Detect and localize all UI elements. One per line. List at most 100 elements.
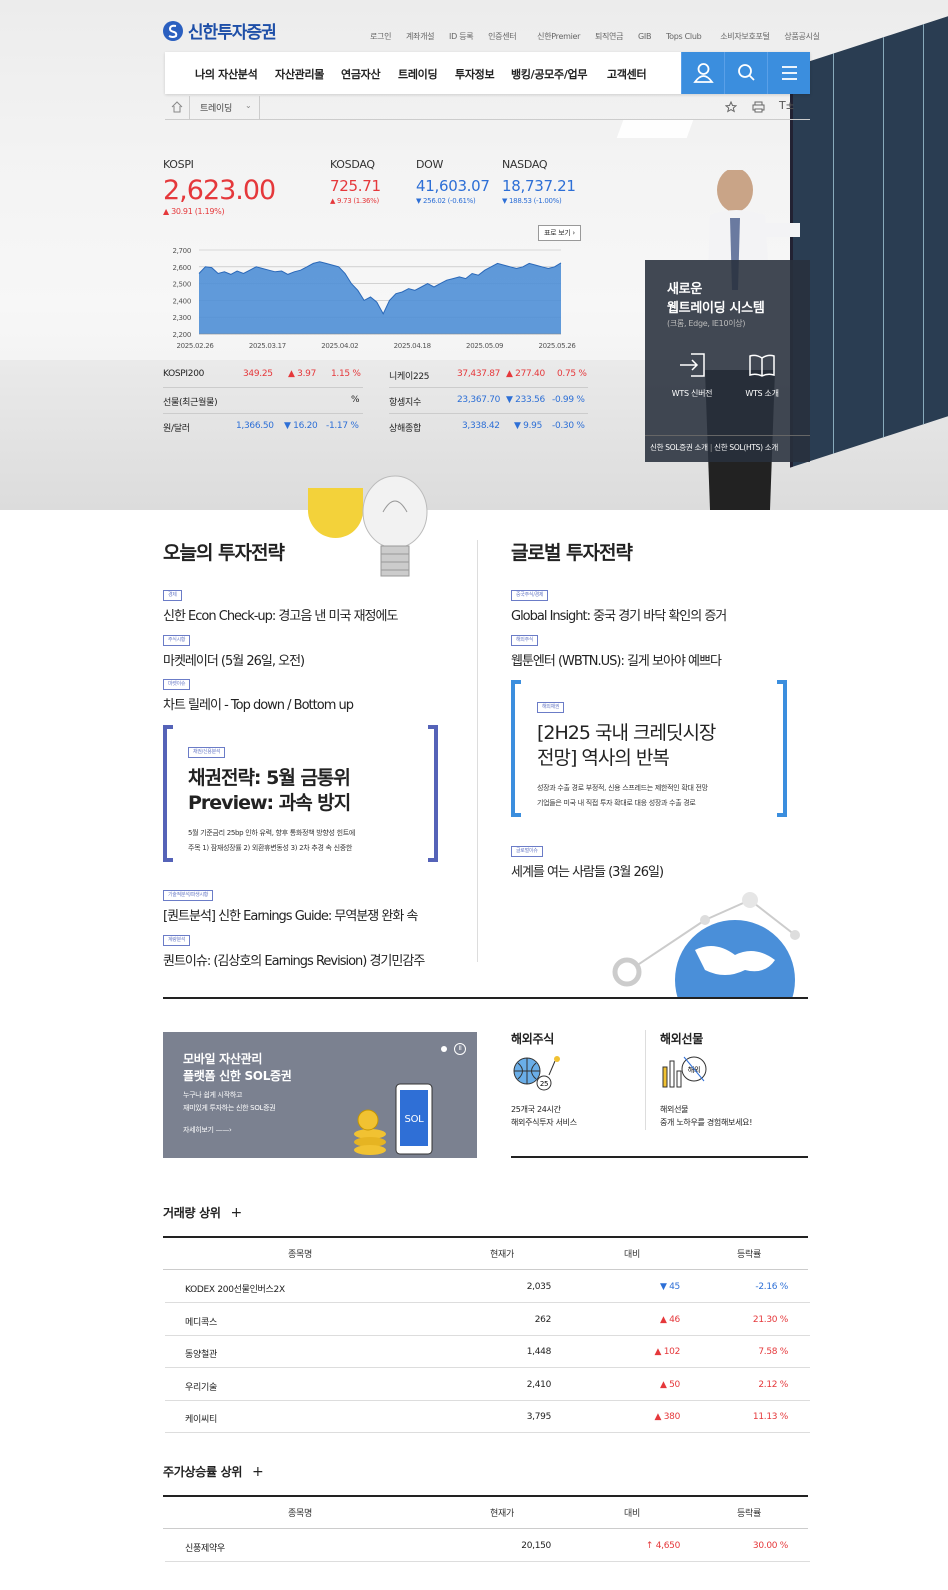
index-rate: -0.30 % xyxy=(552,421,585,431)
rise-top-heading[interactable]: 주가상승률 상위 + xyxy=(163,1463,264,1480)
gnb-invest-info[interactable]: 투자정보 xyxy=(455,66,495,82)
feature-title-line1: [2H25 국내 크레딧시장 xyxy=(537,722,716,744)
sol-hts-link[interactable]: 신한 SOL(HTS) 소개 xyxy=(714,443,778,452)
main-navigation: 나의 자산분석 자산관리몰 연금자산 트레이딩 투자정보 뱅킹/공모주/업무 고… xyxy=(165,52,810,94)
search-icon xyxy=(738,64,755,81)
wts-new-button[interactable]: WTS 신버전 xyxy=(667,352,717,399)
kospi-change: ▲ 30.91 (1.19%) xyxy=(163,207,225,216)
hamburger-icon xyxy=(782,66,797,80)
overseas-futures-title: 해외선물 xyxy=(660,1032,703,1046)
promo-desc-line1: 누구나 쉽게 시작하고 xyxy=(183,1091,243,1099)
index-change: ▼ 233.56 xyxy=(506,395,545,405)
overseas-futures-card[interactable]: 해외선물 해외 해외선물 중개 노하우를 경험해보세요! xyxy=(660,1030,805,1129)
today-article[interactable]: 마켓이슈 차트 릴레이 - Top down / Bottom up xyxy=(163,670,354,713)
table-view-button[interactable]: 표로 보기 › xyxy=(538,225,581,241)
today-article[interactable]: 경제 신한 Econ Check-up: 경고음 낸 미국 재정에도 xyxy=(163,581,398,624)
table-row[interactable]: 메디콕스 262 ▲ 46 21.30 % xyxy=(165,1304,810,1336)
kosdaq-block: KOSDAQ 725.71 ▲ 9.73 (1.36%) xyxy=(330,158,381,205)
star-icon[interactable] xyxy=(725,101,737,113)
sol-promo-banner[interactable]: 모바일 자산관리 플랫폼 신한 SOL증권 누구나 쉽게 시작하고 재미있게 투… xyxy=(163,1032,477,1158)
table-row[interactable]: 신풍제약우 20,150 ↑ 4,650 30.00 % xyxy=(165,1530,810,1562)
pause-icon[interactable]: II xyxy=(454,1043,466,1055)
breadcrumb-current[interactable]: 트레이딩 xyxy=(200,101,232,114)
feature-title-line1: 채권전략: 5월 금통위 xyxy=(188,767,351,789)
wts-title-line1: 새로운 xyxy=(667,282,702,297)
today-article[interactable]: 계량분석 퀀트이슈: (김상호의 Earnings Revision) 경기민감… xyxy=(163,926,425,969)
gnb-my-asset[interactable]: 나의 자산분석 xyxy=(195,66,258,82)
global-article[interactable]: 해외주식 웹툰엔터 (WBTN.US): 길게 보아야 예쁘다 xyxy=(511,626,722,669)
user-button[interactable] xyxy=(681,52,724,94)
global-article[interactable]: 중국주식/경제 Global Insight: 중국 경기 바닥 확인의 증거 xyxy=(511,581,727,624)
volume-top-title: 거래량 상위 xyxy=(163,1206,221,1220)
stock-name[interactable]: 동양철관 xyxy=(185,1347,217,1360)
bracket-left xyxy=(163,725,173,862)
x-tick-label: 2025.04.02 xyxy=(321,342,358,350)
stock-price: 1,448 xyxy=(526,1347,552,1357)
stock-name[interactable]: 우리기술 xyxy=(185,1380,217,1393)
index-change: ▼ 16.20 xyxy=(284,421,318,431)
y-tick-label: 2,200 xyxy=(172,331,191,339)
volume-top-heading[interactable]: 거래량 상위 + xyxy=(163,1204,242,1221)
global-feature-article[interactable]: 해외채권 [2H25 국내 크레딧시장 전망] 역사의 반복 성장과 수출 경로… xyxy=(537,693,777,811)
today-strategy-title: 오늘의 투자전략 xyxy=(163,542,285,564)
util-link-pension[interactable]: 퇴직연금 xyxy=(595,32,624,41)
index-change: ▼ 9.95 xyxy=(514,421,543,431)
column-divider xyxy=(477,540,478,962)
util-link-id-register[interactable]: ID 등록 xyxy=(449,32,474,41)
article-tag: 경제 xyxy=(163,590,182,601)
util-link-product-disclosure[interactable]: 상품공시실 xyxy=(784,32,820,41)
col-header: 종목명 xyxy=(288,1509,312,1519)
today-article[interactable]: 주식시황 마켓레이더 (5월 26일, 오전) xyxy=(163,626,305,669)
carousel-dot[interactable] xyxy=(441,1046,447,1052)
stock-name[interactable]: KODEX 200선물인버스2X xyxy=(185,1282,285,1295)
sol-intro-link[interactable]: 신한 SOL증권 소개 xyxy=(650,443,708,452)
index-name: 상해종합 xyxy=(389,424,421,434)
gnb-pension[interactable]: 연금자산 xyxy=(341,66,381,82)
util-link-gib[interactable]: GIB xyxy=(638,32,651,41)
table-row[interactable]: 동양철관 1,448 ▲ 102 7.58 % xyxy=(165,1336,810,1368)
global-strategy-title: 글로벌 투자전략 xyxy=(511,542,633,564)
stock-rate: 2.12 % xyxy=(758,1379,788,1390)
overseas-stock-card[interactable]: 해외주식 25 25개국 24시간 해외주식투자 서비스 xyxy=(511,1030,646,1129)
promo-more-link[interactable]: 자세히보기 ——› xyxy=(183,1125,232,1135)
gnb-banking[interactable]: 뱅킹/공모주/업무 xyxy=(511,66,587,82)
util-link-consumer-portal[interactable]: 소비자보호포털 xyxy=(720,32,770,41)
table-row[interactable]: 우리기술 2,410 ▲ 50 2.12 % xyxy=(165,1369,810,1401)
brand-logo[interactable]: 신한투자증권 xyxy=(163,18,277,43)
stock-rate: -2.16 % xyxy=(755,1282,788,1292)
util-link-tops-club[interactable]: Tops Club xyxy=(666,32,702,41)
table-row[interactable]: KODEX 200선물인버스2X 2,035 ▼ 45 -2.16 % xyxy=(165,1271,810,1303)
plus-icon[interactable]: + xyxy=(230,1205,242,1221)
stock-name[interactable]: 메디콕스 xyxy=(185,1315,217,1328)
text-size-icon[interactable]: T± xyxy=(779,99,795,112)
gnb-trading[interactable]: 트레이딩 xyxy=(398,66,438,82)
search-button[interactable] xyxy=(724,52,767,94)
stock-price: 20,150 xyxy=(521,1541,551,1551)
index-name: 항셍지수 xyxy=(389,398,421,408)
gnb-customer[interactable]: 고객센터 xyxy=(607,66,647,82)
logo-text: 신한투자증권 xyxy=(187,23,277,43)
today-article[interactable]: 기술적분석/파생시황 [퀀트분석] 신한 Earnings Guide: 무역분… xyxy=(163,881,418,924)
util-link-login[interactable]: 로그인 xyxy=(370,32,391,41)
home-icon[interactable] xyxy=(170,100,184,114)
util-link-cert-center[interactable]: 인증센터 xyxy=(488,32,517,41)
menu-button[interactable] xyxy=(767,52,810,94)
gnb-asset-mall[interactable]: 자산관리몰 xyxy=(275,66,324,82)
util-link-premier[interactable]: 신한Premier xyxy=(537,32,580,41)
dow-name: DOW xyxy=(416,158,444,171)
article-tag: 기술적분석/파생시황 xyxy=(163,890,214,901)
stock-name[interactable]: 신풍제약우 xyxy=(185,1541,225,1554)
stock-name[interactable]: 케이씨티 xyxy=(185,1412,217,1425)
today-feature-article[interactable]: 채권/신용분석 채권전략: 5월 금통위 Preview: 과속 방지 5월 기… xyxy=(188,738,428,856)
util-link-open-account[interactable]: 계좌개설 xyxy=(406,32,435,41)
print-icon[interactable] xyxy=(752,101,765,113)
table-row[interactable]: 케이씨티 3,795 ▲ 380 11.13 % xyxy=(165,1401,810,1433)
index-name: KOSPI200 xyxy=(163,369,205,379)
bracket-right xyxy=(777,680,787,817)
index-table: KOSPI200 349.25 ▲ 3.97 1.15 % 니케이225 37,… xyxy=(163,362,588,442)
wts-intro-button[interactable]: WTS 소개 xyxy=(737,352,787,399)
global-article[interactable]: 글로벌이슈 세계를 여는 사람들 (3월 26일) xyxy=(511,837,664,880)
x-tick-label: 2025.04.18 xyxy=(394,342,431,350)
plus-icon[interactable]: + xyxy=(252,1464,264,1480)
chevron-down-icon[interactable]: ⌄ xyxy=(245,101,252,110)
